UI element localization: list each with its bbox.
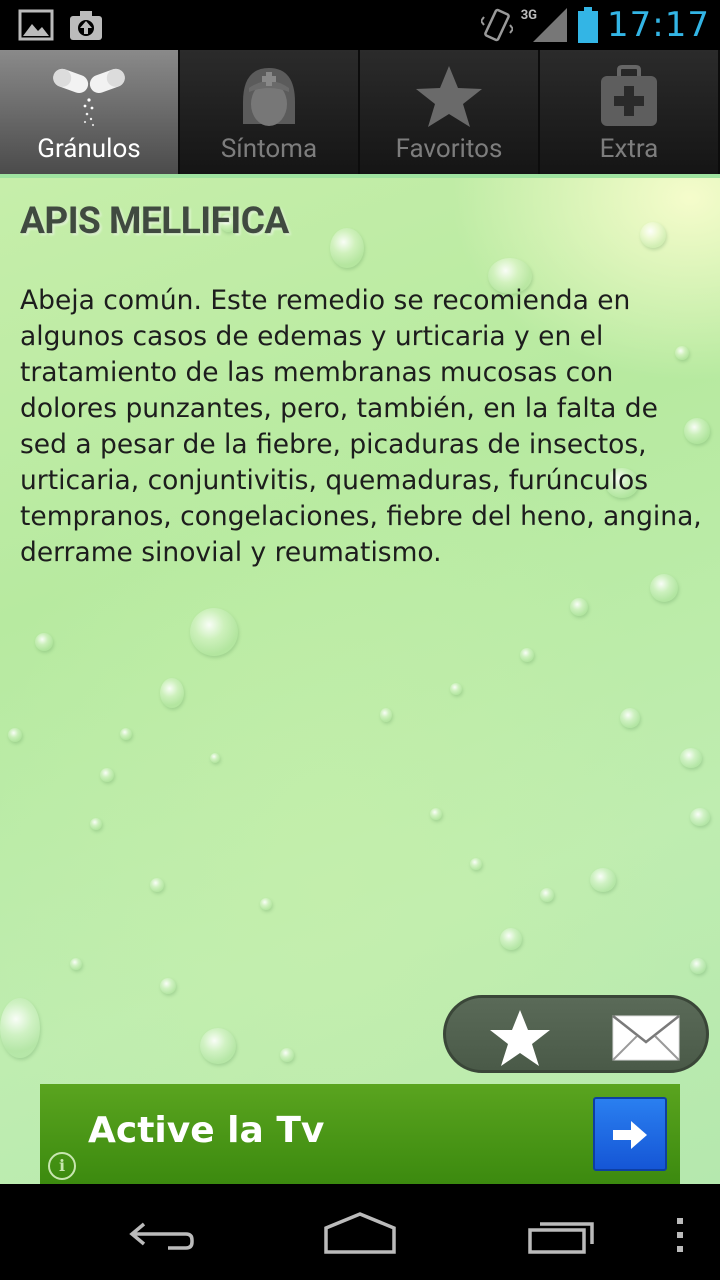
battery-icon (578, 7, 599, 43)
tab-granulos[interactable]: Gránulos (0, 50, 180, 174)
tab-label: Síntoma (220, 134, 318, 164)
tab-sintoma[interactable]: Síntoma (180, 50, 360, 174)
tab-label: Favoritos (395, 134, 503, 164)
first-aid-kit-icon (601, 65, 657, 126)
nurse-icon (243, 68, 295, 126)
back-icon[interactable] (124, 1214, 196, 1254)
pills-icon (53, 68, 125, 127)
overflow-menu-icon[interactable] (672, 1216, 688, 1254)
star-icon (416, 66, 482, 127)
status-bar: 3G 17:17 (0, 0, 720, 50)
tab-extra[interactable]: Extra (540, 50, 720, 174)
tab-bar: Gránulos Síntoma Favoritos Extra (0, 50, 720, 178)
remedy-description: Abeja común. Este remedio se recomienda … (20, 285, 702, 568)
upload-notification-icon (70, 11, 102, 40)
ad-info-icon[interactable]: i (48, 1152, 76, 1180)
favorite-star-button[interactable] (488, 1008, 552, 1068)
tab-label: Gránulos (37, 134, 141, 164)
arrow-right-icon (613, 1121, 647, 1149)
share-mail-button[interactable] (611, 1014, 681, 1062)
remedy-title: APIS MELLIFICA (20, 200, 289, 243)
network-type-label: 3G (520, 7, 538, 23)
home-icon[interactable] (322, 1212, 398, 1254)
ad-banner[interactable]: Active la Tv i (40, 1084, 680, 1184)
vibrate-icon (480, 8, 513, 42)
ad-text: Active la Tv (88, 1110, 325, 1151)
clock: 17:17 (607, 5, 710, 45)
tab-favoritos[interactable]: Favoritos (360, 50, 540, 174)
image-notification-icon (18, 9, 54, 41)
tab-label: Extra (599, 134, 659, 164)
action-pill (443, 995, 709, 1073)
recent-apps-icon[interactable] (526, 1216, 598, 1254)
ad-go-button[interactable] (593, 1097, 667, 1171)
